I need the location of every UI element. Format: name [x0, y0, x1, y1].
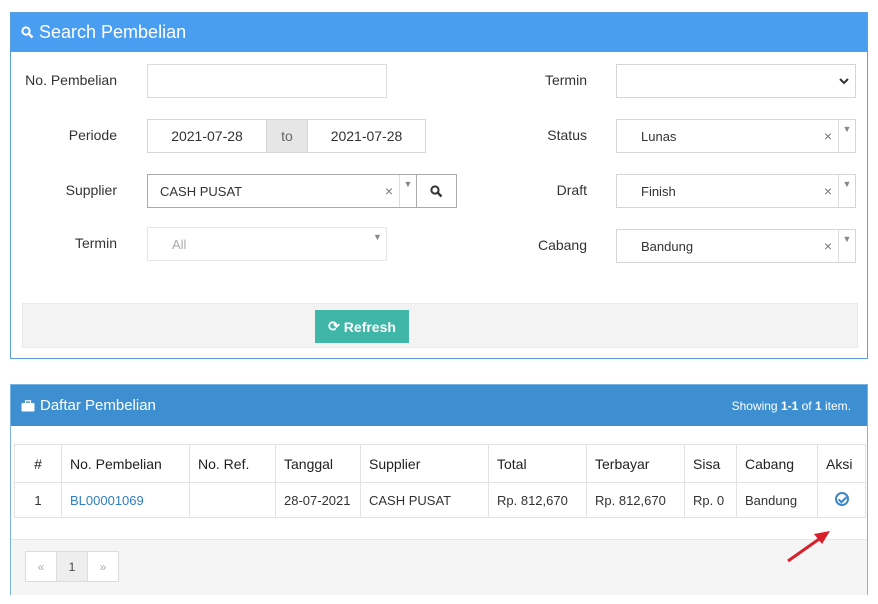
cell-no-ref — [189, 482, 276, 518]
column-header[interactable]: Sisa — [684, 444, 737, 483]
periode-to-input[interactable]: 2021-07-28 — [307, 119, 426, 153]
termin-left-label: Termin — [74, 235, 117, 251]
pager-next[interactable]: » — [87, 551, 119, 582]
showing-suffix: item. — [821, 398, 851, 413]
periode-label: Periode — [68, 127, 117, 143]
cell-total: Rp. 812,670 — [488, 482, 587, 518]
refresh-icon: ⟳ — [328, 318, 340, 334]
showing-prefix: Showing — [731, 398, 781, 413]
list-footer: « 1 » — [11, 539, 867, 595]
chevron-down-icon — [839, 78, 849, 85]
pager-prev[interactable]: « — [25, 551, 57, 582]
list-panel-header: Daftar Pembelian Showing 1-1 of 1 item. — [11, 385, 867, 426]
column-header[interactable]: Cabang — [736, 444, 818, 483]
termin-right-label: Termin — [544, 72, 587, 88]
status-label: Status — [547, 127, 587, 143]
caret-down-icon[interactable]: ▼ — [838, 175, 855, 207]
pembelian-table: # No. Pembelian No. Ref. Tanggal Supplie… — [14, 444, 866, 518]
draft-clear-icon[interactable]: × — [818, 183, 838, 199]
supplier-search-button[interactable] — [416, 174, 457, 208]
refresh-label: Refresh — [343, 318, 396, 335]
search-panel-header: Search Pembelian — [11, 13, 867, 52]
no-pembelian-link[interactable]: BL00001069 — [61, 482, 190, 518]
table-header-row: # No. Pembelian No. Ref. Tanggal Supplie… — [14, 444, 866, 483]
table-row: 1 BL00001069 28-07-2021 CASH PUSAT Rp. 8… — [14, 482, 866, 518]
cabang-label: Cabang — [537, 237, 587, 253]
caret-down-icon[interactable]: ▼ — [369, 228, 386, 260]
cell-sisa: Rp. 0 — [684, 482, 737, 518]
check-circle-icon[interactable] — [834, 491, 849, 506]
status-select[interactable]: Lunas × ▼ — [616, 119, 856, 153]
supplier-clear-icon[interactable]: × — [379, 183, 399, 199]
showing-total: 1 — [814, 398, 822, 413]
caret-down-icon[interactable]: ▼ — [838, 230, 855, 262]
search-icon — [21, 26, 34, 39]
termin-left-value: All — [172, 236, 187, 252]
cabang-value: Bandung — [641, 238, 694, 254]
cell-tanggal: 28-07-2021 — [275, 482, 361, 518]
cabang-select[interactable]: Bandung × ▼ — [616, 229, 856, 263]
column-header[interactable]: Supplier — [360, 444, 489, 483]
termin-right-select[interactable] — [616, 64, 856, 98]
column-header[interactable]: No. Pembelian — [61, 444, 190, 483]
column-header[interactable]: Tanggal — [275, 444, 361, 483]
cabang-clear-icon[interactable]: × — [818, 238, 838, 254]
draft-value: Finish — [641, 183, 676, 199]
pager-page-1[interactable]: 1 — [56, 551, 88, 582]
list-panel-title: Daftar Pembelian — [40, 397, 156, 414]
supplier-select[interactable]: CASH PUSAT × ▼ — [147, 174, 417, 208]
column-header[interactable]: Total — [488, 444, 587, 483]
draft-select[interactable]: Finish × ▼ — [616, 174, 856, 208]
cell-terbayar: Rp. 812,670 — [586, 482, 685, 518]
search-icon — [430, 184, 443, 197]
cell-num: 1 — [14, 482, 62, 518]
periode-from-input[interactable]: 2021-07-28 — [147, 119, 267, 153]
caret-down-icon[interactable]: ▼ — [399, 175, 416, 207]
showing-range: 1-1 — [780, 398, 799, 413]
supplier-value: CASH PUSAT — [160, 183, 243, 199]
cell-supplier: CASH PUSAT — [360, 482, 489, 518]
supplier-label: Supplier — [65, 182, 117, 198]
search-panel: Search Pembelian No. Pembelian Periode 2… — [10, 12, 868, 359]
cell-cabang: Bandung — [736, 482, 818, 518]
showing-of: of — [798, 398, 815, 413]
caret-down-icon[interactable]: ▼ — [838, 120, 855, 152]
column-header: Aksi — [817, 444, 866, 483]
briefcase-icon — [21, 399, 35, 411]
termin-left-select[interactable]: All ▼ — [147, 227, 387, 261]
refresh-button[interactable]: ⟳ Refresh — [315, 310, 409, 343]
periode-to-addon: to — [266, 119, 308, 153]
column-header[interactable]: Terbayar — [586, 444, 685, 483]
draft-label: Draft — [556, 182, 587, 198]
no-pembelian-label: No. Pembelian — [25, 72, 117, 88]
pagination: « 1 » — [25, 551, 119, 582]
no-pembelian-input[interactable] — [147, 64, 387, 98]
column-header[interactable]: # — [14, 444, 62, 483]
red-arrow-icon — [787, 531, 830, 563]
status-clear-icon[interactable]: × — [818, 128, 838, 144]
list-panel: Daftar Pembelian Showing 1-1 of 1 item. … — [10, 384, 868, 595]
status-value: Lunas — [641, 128, 677, 144]
column-header[interactable]: No. Ref. — [189, 444, 276, 483]
search-footer: ⟳ Refresh — [22, 303, 858, 348]
showing-summary: Showing 1-1 of 1 item. — [732, 399, 851, 413]
cell-aksi — [817, 482, 866, 518]
search-panel-title: Search Pembelian — [39, 22, 187, 42]
